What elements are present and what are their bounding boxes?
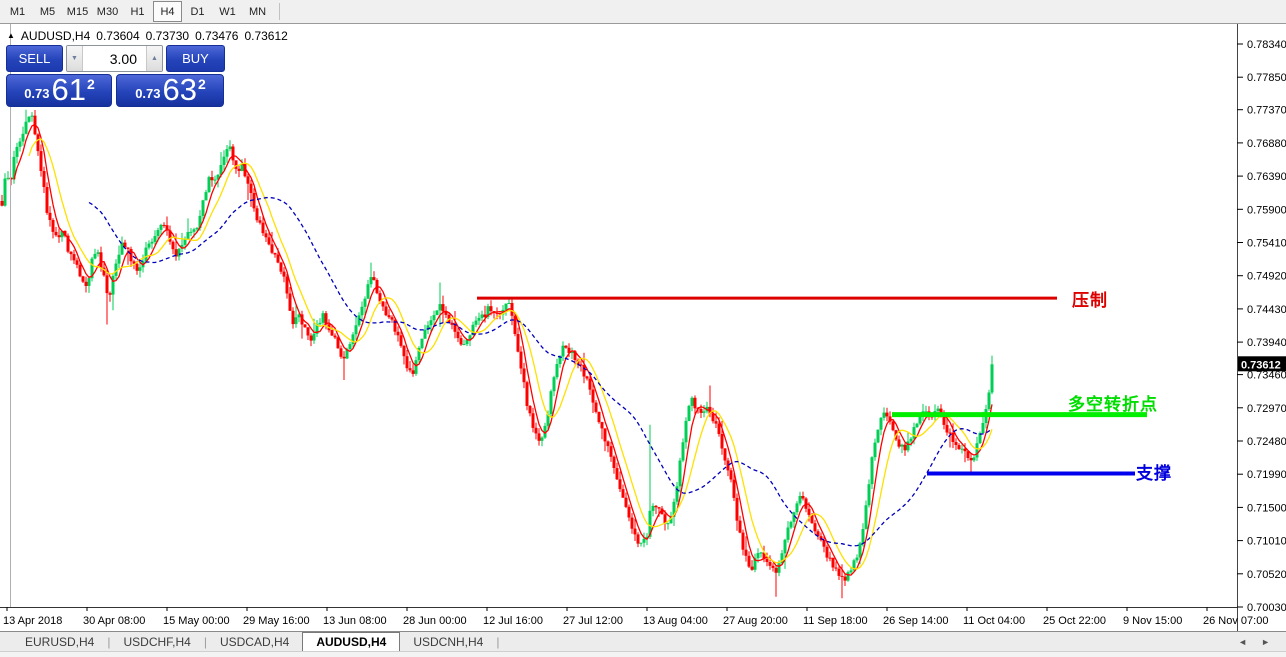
support-line-label: 支撑	[1136, 459, 1172, 484]
buy-button[interactable]: BUY	[166, 45, 225, 72]
buy-price-prefix: 0.73	[135, 86, 160, 101]
svg-text:0.73612: 0.73612	[1241, 359, 1281, 371]
tab-usdcnh-h4[interactable]: USDCNH,H4	[400, 632, 496, 651]
timeframe-h4[interactable]: H4	[153, 1, 182, 22]
tab-separator: |	[496, 632, 499, 651]
symbol-tab-bar: EURUSD,H4 | USDCHF,H4 | USDCAD,H4 AUDUSD…	[0, 631, 1286, 651]
svg-text:0.77370: 0.77370	[1247, 105, 1286, 117]
svg-text:0.75410: 0.75410	[1247, 238, 1286, 250]
svg-text:30 Apr 08:00: 30 Apr 08:00	[83, 615, 145, 627]
buy-price-point: 2	[198, 76, 206, 92]
one-click-trading-panel: SELL ▼ 3.00 ▲ BUY 0.73 61 2 0.73 63 2	[6, 45, 225, 107]
status-strip	[0, 651, 1286, 657]
svg-text:28 Jun 00:00: 28 Jun 00:00	[403, 615, 467, 627]
svg-text:0.76390: 0.76390	[1247, 171, 1286, 183]
volume-spinner: ▼ 3.00 ▲	[66, 45, 163, 72]
timeframe-d1[interactable]: D1	[183, 1, 212, 22]
svg-text:9 Nov 15:00: 9 Nov 15:00	[1123, 615, 1182, 627]
svg-text:13 Apr 2018: 13 Apr 2018	[3, 615, 62, 627]
timeframe-mn[interactable]: MN	[243, 1, 272, 22]
bar-high: 0.73730	[146, 29, 189, 43]
pivot-line-label: 多空转折点	[1068, 390, 1158, 415]
volume-increase-button[interactable]: ▲	[146, 46, 162, 71]
chart-symbol-header: ▲ AUDUSD,H4 0.73604 0.73730 0.73476 0.73…	[7, 29, 288, 43]
symbol-label: AUDUSD,H4	[21, 29, 90, 43]
bar-close: 0.73612	[244, 29, 287, 43]
buy-price-display[interactable]: 0.73 63 2	[116, 74, 224, 107]
sell-price-point: 2	[87, 76, 95, 92]
sell-button[interactable]: SELL	[6, 45, 63, 72]
timeframe-m5[interactable]: M5	[33, 1, 62, 22]
sell-price-display[interactable]: 0.73 61 2	[6, 74, 112, 107]
buy-price-pips: 63	[163, 76, 197, 104]
timeframe-w1[interactable]: W1	[213, 1, 242, 22]
mt4-window: { "toolbar": { "timeframes": ["M1","M5",…	[0, 0, 1286, 656]
svg-text:13 Jun 08:00: 13 Jun 08:00	[323, 615, 387, 627]
tab-eurusd-h4[interactable]: EURUSD,H4	[12, 632, 107, 651]
svg-text:0.73460: 0.73460	[1247, 370, 1286, 382]
svg-text:15 May 00:00: 15 May 00:00	[163, 615, 230, 627]
tab-scroll-right-icon[interactable]: ►	[1261, 637, 1270, 647]
svg-text:0.76880: 0.76880	[1247, 138, 1286, 150]
svg-text:0.74430: 0.74430	[1247, 304, 1286, 316]
tab-usdcad-h4[interactable]: USDCAD,H4	[207, 632, 302, 651]
tab-scroll-left-icon[interactable]: ◄	[1238, 637, 1247, 647]
sell-price-prefix: 0.73	[24, 86, 49, 101]
svg-text:0.77850: 0.77850	[1247, 72, 1286, 84]
timeframe-m1[interactable]: M1	[3, 1, 32, 22]
svg-text:0.71010: 0.71010	[1247, 536, 1286, 548]
bar-low: 0.73476	[195, 29, 238, 43]
svg-text:0.75900: 0.75900	[1247, 204, 1286, 216]
svg-text:0.78340: 0.78340	[1247, 39, 1286, 51]
collapse-triangle-icon[interactable]: ▲	[7, 31, 15, 40]
price-chart-canvas[interactable]: 0.78340 0.77850 0.77370 0.76880 0.76390 0.759…	[0, 24, 1286, 631]
volume-decrease-button[interactable]: ▼	[67, 46, 83, 71]
timeframe-m30[interactable]: M30	[93, 1, 122, 22]
svg-text:0.70520: 0.70520	[1247, 569, 1286, 581]
svg-text:0.72970: 0.72970	[1247, 403, 1286, 415]
svg-text:27 Aug 20:00: 27 Aug 20:00	[723, 615, 788, 627]
svg-text:0.71500: 0.71500	[1247, 502, 1286, 514]
svg-text:0.70030: 0.70030	[1247, 602, 1286, 614]
svg-text:0.71990: 0.71990	[1247, 469, 1286, 481]
svg-text:0.74920: 0.74920	[1247, 271, 1286, 283]
svg-text:27 Jul 12:00: 27 Jul 12:00	[563, 615, 623, 627]
svg-text:29 May 16:00: 29 May 16:00	[243, 615, 310, 627]
svg-text:0.72480: 0.72480	[1247, 436, 1286, 448]
svg-text:25 Oct 22:00: 25 Oct 22:00	[1043, 615, 1106, 627]
svg-text:12 Jul 16:00: 12 Jul 16:00	[483, 615, 543, 627]
chart-window: 0.78340 0.77850 0.77370 0.76880 0.76390 0.759…	[0, 24, 1286, 631]
svg-text:26 Sep 14:00: 26 Sep 14:00	[883, 615, 948, 627]
volume-input[interactable]: 3.00	[83, 46, 146, 71]
timeframe-h1[interactable]: H1	[123, 1, 152, 22]
timeframe-toolbar: M1 M5 M15 M30 H1 H4 D1 W1 MN	[0, 0, 1286, 24]
svg-text:11 Oct 04:00: 11 Oct 04:00	[963, 615, 1025, 627]
tab-audusd-h4[interactable]: AUDUSD,H4	[302, 632, 400, 651]
svg-text:26 Nov 07:00: 26 Nov 07:00	[1203, 615, 1268, 627]
sell-price-pips: 61	[52, 76, 86, 104]
svg-text:11 Sep 18:00: 11 Sep 18:00	[803, 615, 868, 627]
tab-usdchf-h4[interactable]: USDCHF,H4	[110, 632, 203, 651]
resistance-line-label: 压制	[1072, 286, 1108, 311]
timeframe-m15[interactable]: M15	[63, 1, 92, 22]
tab-scroll-arrows: ◄ ►	[1238, 632, 1286, 651]
bar-open: 0.73604	[96, 29, 139, 43]
svg-text:13 Aug 04:00: 13 Aug 04:00	[643, 615, 708, 627]
svg-text:0.73940: 0.73940	[1247, 337, 1286, 349]
toolbar-separator	[279, 3, 280, 20]
